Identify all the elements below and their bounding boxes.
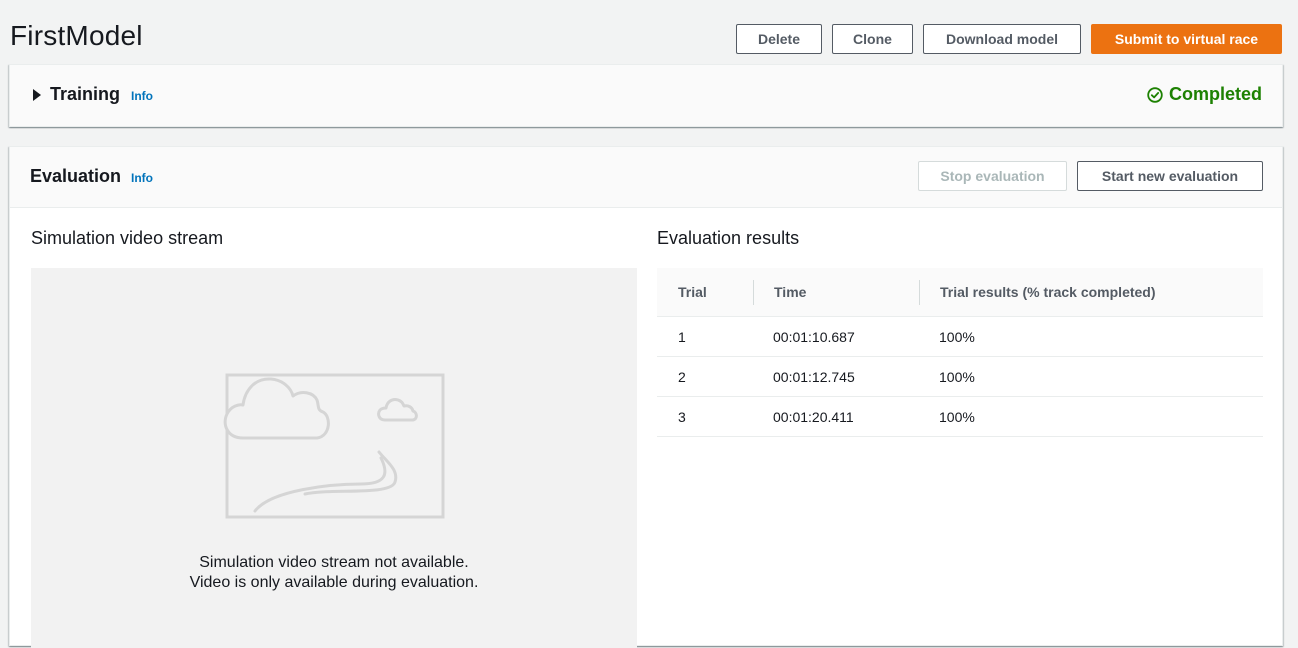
video-unavailable-message: Simulation video stream not available. V… (31, 553, 637, 593)
status-label: Completed (1168, 84, 1262, 104)
training-info-link[interactable]: Info (131, 89, 153, 103)
column-header-time[interactable]: Time (774, 268, 806, 317)
video-message-line-1: Simulation video stream not available. (199, 554, 469, 571)
column-divider[interactable] (919, 280, 920, 305)
evaluation-title: Evaluation (30, 166, 122, 186)
table-row: 1 00:01:10.687 100% (657, 317, 1263, 357)
page-header: FirstModel Delete Clone Download model S… (0, 0, 1298, 64)
column-header-trial[interactable]: Trial (678, 268, 707, 317)
start-new-evaluation-button[interactable]: Start new evaluation (1077, 161, 1263, 191)
cell-result: 100% (939, 329, 975, 345)
evaluation-results-table: Trial Time Trial results (% track comple… (657, 268, 1263, 437)
cell-result: 100% (939, 409, 975, 425)
cell-result: 100% (939, 369, 975, 385)
clone-button[interactable]: Clone (832, 24, 913, 54)
stop-evaluation-button[interactable]: Stop evaluation (918, 161, 1067, 191)
evaluation-panel: Evaluation Info Stop evaluation Start ne… (9, 146, 1283, 648)
training-panel: Training Info Completed (9, 64, 1283, 127)
training-title[interactable]: Training (50, 84, 120, 105)
training-status: Completed (1147, 84, 1262, 105)
table-row: 2 00:01:12.745 100% (657, 357, 1263, 397)
video-stream-placeholder: Simulation video stream not available. V… (31, 268, 637, 648)
landscape-placeholder-icon (223, 373, 445, 519)
page-title: FirstModel (10, 20, 143, 51)
delete-button[interactable]: Delete (736, 24, 822, 54)
submit-to-virtual-race-button[interactable]: Submit to virtual race (1091, 24, 1282, 54)
cell-time: 00:01:10.687 (773, 329, 855, 345)
evaluation-results-heading: Evaluation results (657, 228, 800, 248)
cell-trial: 3 (678, 409, 686, 425)
cell-trial: 2 (678, 369, 686, 385)
column-header-trial-results[interactable]: Trial results (% track completed) (940, 268, 1156, 317)
cell-trial: 1 (678, 329, 686, 345)
table-header-row: Trial Time Trial results (% track comple… (657, 268, 1263, 317)
check-circle-icon (1147, 86, 1163, 103)
table-row: 3 00:01:20.411 100% (657, 397, 1263, 437)
evaluation-header: Evaluation Info Stop evaluation Start ne… (10, 147, 1282, 208)
evaluation-info-link[interactable]: Info (131, 171, 153, 185)
video-message-line-2: Video is only available during evaluatio… (189, 574, 479, 591)
cell-time: 00:01:12.745 (773, 369, 855, 385)
download-model-button[interactable]: Download model (923, 24, 1081, 54)
cell-time: 00:01:20.411 (773, 409, 854, 425)
video-stream-heading: Simulation video stream (31, 228, 224, 248)
column-divider[interactable] (753, 280, 754, 305)
expand-caret-icon[interactable] (33, 89, 41, 101)
